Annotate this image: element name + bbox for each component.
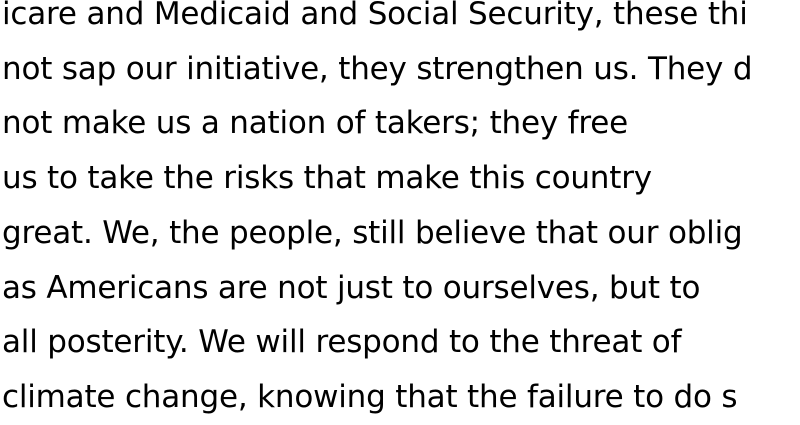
text-line-2: not sap our initiative, they strengthen … bbox=[2, 50, 753, 87]
text-line-4: us to take the risks that make this coun… bbox=[2, 160, 652, 197]
text-line-3: not make us a nation of takers; they fre… bbox=[2, 105, 628, 142]
document-text-block: icare and Medicaid and Social Security, … bbox=[2, 0, 800, 425]
text-line-6: as Americans are not just to ourselves, … bbox=[2, 269, 701, 306]
text-line-8: climate change, knowing that the failure… bbox=[2, 378, 738, 415]
text-line-5: great. We, the people, still believe tha… bbox=[2, 214, 743, 251]
text-line-1: icare and Medicaid and Social Security, … bbox=[2, 0, 748, 32]
text-line-7: all posterity. We will respond to the th… bbox=[2, 324, 682, 361]
